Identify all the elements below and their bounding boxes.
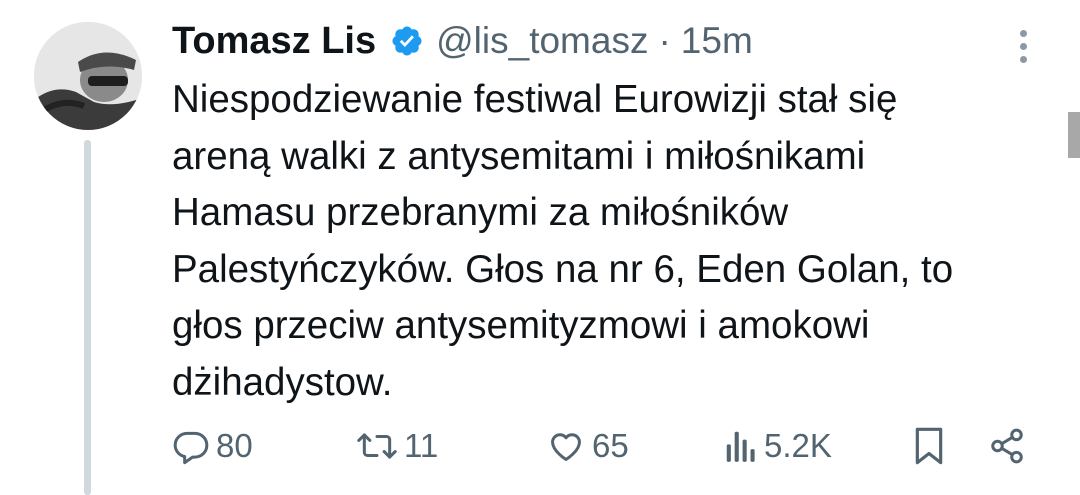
tweet-text-line: Hamasu przebranymi za miłośników xyxy=(172,191,789,234)
tweet-card[interactable]: Tomasz Lis @lis_tomasz · 15m Niespodziew… xyxy=(0,0,1080,495)
reply-button[interactable]: 80 xyxy=(172,418,253,474)
retweet-count: 11 xyxy=(404,427,439,464)
header-separator: · xyxy=(658,20,671,61)
reply-count: 80 xyxy=(216,427,253,464)
retweet-icon xyxy=(356,427,398,465)
tweet-text-line: dżihadystow. xyxy=(172,360,393,404)
retweet-button[interactable]: 11 xyxy=(356,418,438,474)
verified-badge-icon xyxy=(390,24,424,58)
scrollbar-thumb[interactable] xyxy=(1068,112,1080,158)
more-vertical-icon[interactable] xyxy=(1008,22,1038,70)
tweet-text-line: areną walki z antysemitami i miłośnikami xyxy=(172,134,866,178)
heart-icon xyxy=(546,427,586,465)
tweet-actions: 80 11 65 5.2K xyxy=(172,418,1032,474)
reply-icon xyxy=(172,427,210,465)
share-icon xyxy=(988,427,1026,465)
tweet-timestamp[interactable]: 15m xyxy=(681,20,753,62)
share-button[interactable] xyxy=(988,418,1026,474)
view-count: 5.2K xyxy=(764,427,832,464)
views-button[interactable]: 5.2K xyxy=(724,418,832,474)
author-handle[interactable]: @lis_tomasz xyxy=(436,20,648,62)
tweet-header: Tomasz Lis @lis_tomasz · 15m xyxy=(172,18,753,64)
tweet-text-line: Palestyńczyków. Głos na nr 6, Eden Golan… xyxy=(172,247,954,291)
bookmark-button[interactable] xyxy=(912,418,946,474)
avatar-image xyxy=(34,22,142,130)
tweet-text: Niespodziewanie festiwal Eurowizji stał … xyxy=(172,72,1052,411)
like-count: 65 xyxy=(592,427,629,464)
avatar[interactable] xyxy=(34,22,142,130)
like-button[interactable]: 65 xyxy=(546,418,629,474)
bookmark-icon xyxy=(912,426,946,466)
author-display-name[interactable]: Tomasz Lis xyxy=(172,20,376,63)
thread-line xyxy=(84,140,91,495)
tweet-text-line: głos przeciw antysemityzmowi i amokowi xyxy=(172,304,870,347)
views-icon xyxy=(724,427,758,465)
tweet-text-line: Niespodziewanie festiwal Eurowizji stał … xyxy=(172,78,898,121)
